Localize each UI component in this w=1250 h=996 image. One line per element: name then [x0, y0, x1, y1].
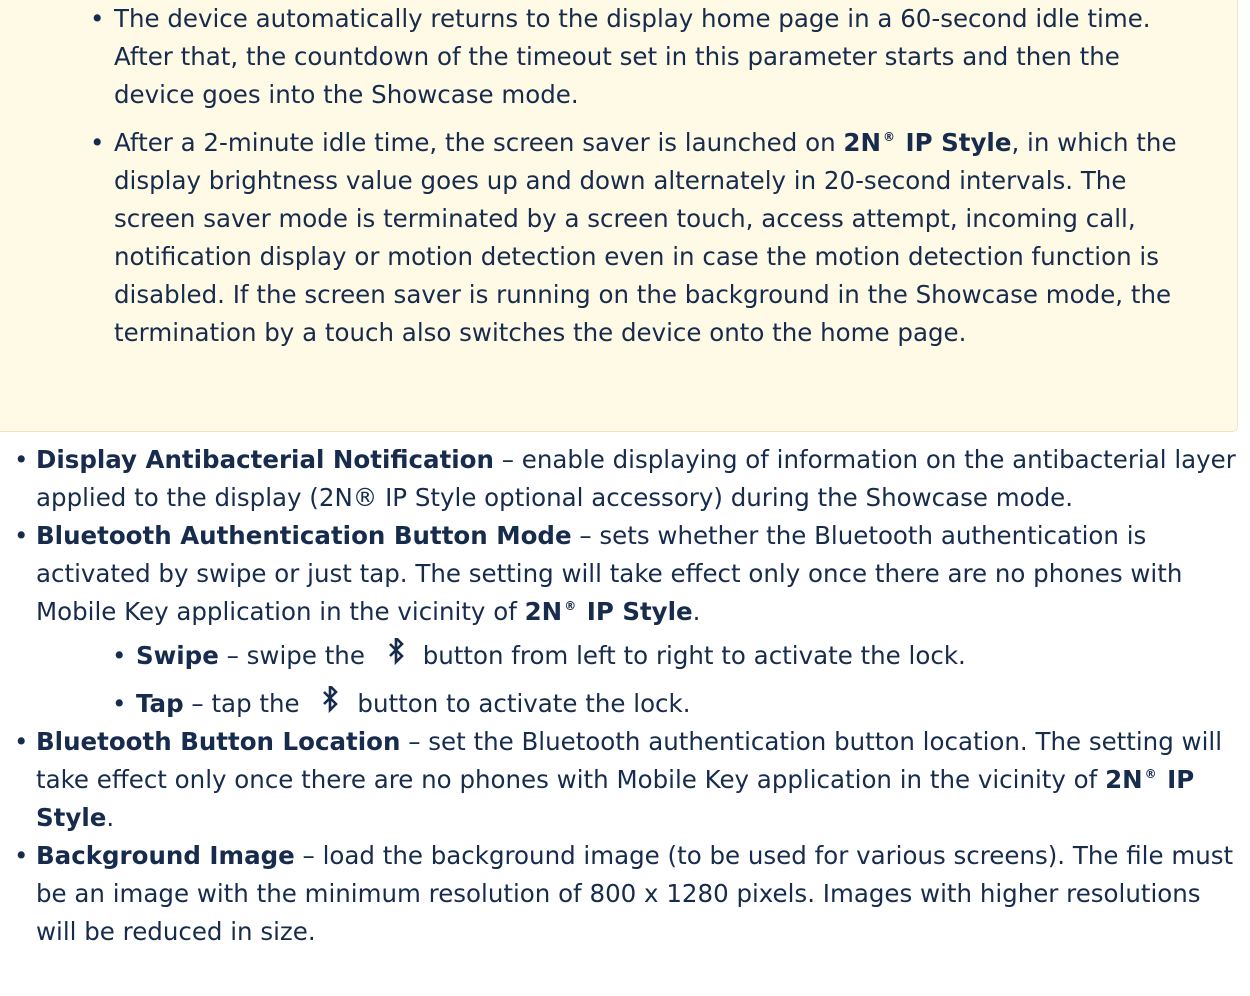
- param-bluetooth-button-mode: Bluetooth Authentication Button Mode – s…: [14, 517, 1244, 723]
- brand-name: 2N ® IP Style: [524, 597, 693, 626]
- param-term: Bluetooth Authentication Button Mode: [36, 521, 572, 550]
- param-antibacterial-notification: Display Antibacterial Notification – ena…: [14, 441, 1244, 517]
- param-background-image: Background Image – load the background i…: [14, 837, 1244, 951]
- bluetooth-mode-options: Swipe – swipe the button from left to ri…: [36, 634, 1244, 723]
- note-item-idle-timeout: The device automatically returns to the …: [90, 0, 1200, 114]
- param-term: Background Image: [36, 841, 295, 870]
- param-bluetooth-button-location: Bluetooth Button Location – set the Blue…: [14, 723, 1244, 837]
- note-item-screen-saver: After a 2-minute idle time, the screen s…: [90, 124, 1200, 352]
- bluetooth-icon: [379, 634, 413, 666]
- param-term: Bluetooth Button Location: [36, 727, 401, 756]
- brand-name: 2N ® IP Style: [843, 128, 1012, 157]
- parameter-list: Display Antibacterial Notification – ena…: [14, 441, 1244, 951]
- option-tap: Tap – tap the button to activate the loc…: [112, 682, 1244, 723]
- param-term: Display Antibacterial Notification: [36, 445, 494, 474]
- bluetooth-icon: [313, 682, 347, 714]
- note-list: The device automatically returns to the …: [90, 0, 1200, 352]
- option-swipe: Swipe – swipe the button from left to ri…: [112, 634, 1244, 675]
